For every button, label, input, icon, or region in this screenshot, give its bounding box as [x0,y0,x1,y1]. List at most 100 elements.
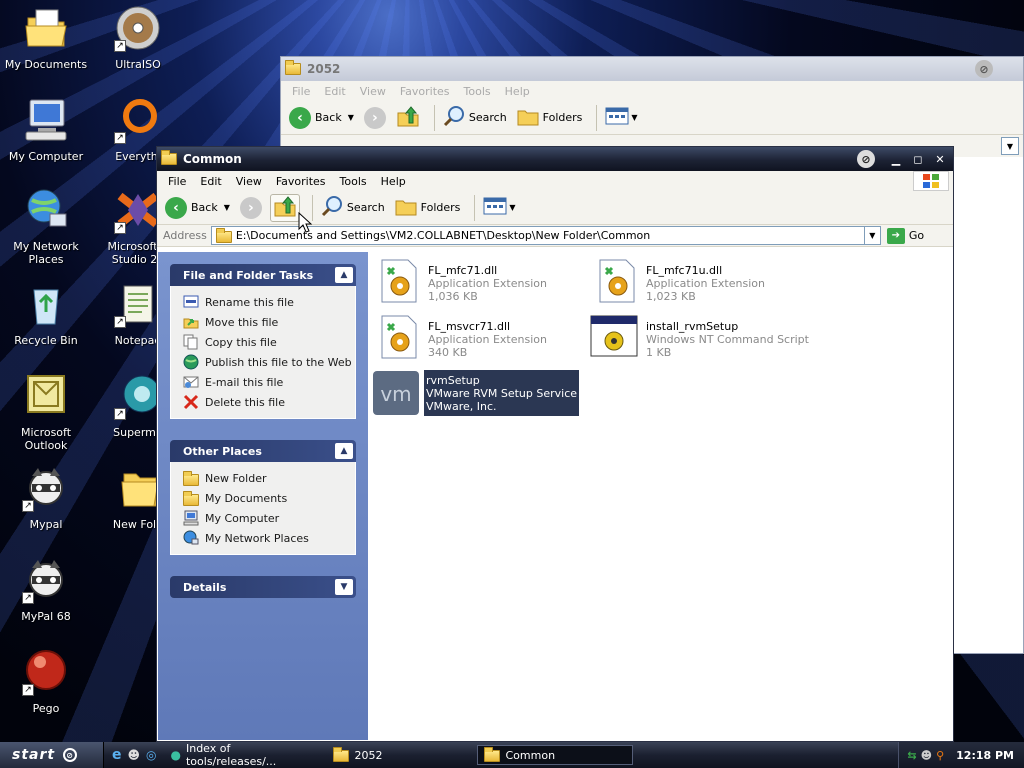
collapse-chevron-icon[interactable]: ▲ [335,267,353,283]
title-bar-common[interactable]: Common ⊘ ▁ ◻ ✕ [157,147,953,171]
menu-file[interactable]: File [161,175,193,188]
internet-explorer-icon[interactable]: e [112,747,122,763]
desktop-icon-my-documents[interactable]: My Documents [0,4,92,71]
address-dropdown-button[interactable]: ▼ [863,227,880,244]
computer-icon [183,510,199,526]
menu-favorites[interactable]: Favorites [269,175,333,188]
back-arrow-icon: ‹ [165,196,187,219]
task-copy-file[interactable]: Copy this file [183,332,355,352]
desktop-icon-recycle-bin[interactable]: Recycle Bin [0,280,92,347]
file-item[interactable]: FL_mfc71.dll Application Extension 1,036… [378,258,547,304]
forward-button[interactable]: › [238,194,264,222]
task-email-file[interactable]: E-mail this file [183,372,355,392]
network-tray-icon[interactable]: ⇆ [907,749,916,762]
go-button[interactable]: ➔ Go [886,227,924,244]
file-list[interactable]: FL_mfc71.dll Application Extension 1,036… [368,252,950,740]
taskbar-item-2052[interactable]: 2052 [327,745,477,765]
panel-header[interactable]: Details ▼ [170,576,356,598]
folder-icon [114,464,162,512]
browser-icon[interactable]: ◎ [146,748,156,762]
forward-button[interactable]: › [362,104,388,132]
panel-header[interactable]: Other Places ▲ [170,440,356,462]
desktop-icon-my-computer[interactable]: My Computer [0,96,92,163]
menu-help[interactable]: Help [498,85,537,98]
mouse-cursor-icon [298,211,313,237]
menu-help[interactable]: Help [374,175,413,188]
raccoon-tray-icon[interactable]: ☻ [921,749,932,762]
help-orb-icon[interactable]: ⊘ [975,60,993,78]
shortcut-arrow-icon: ↗ [114,408,126,420]
folders-button[interactable]: Folders [393,194,463,222]
back-button[interactable]: ‹ Back ▼ [287,104,356,132]
up-folder-button[interactable] [394,104,422,132]
raccoon-icon[interactable]: ☻ [128,748,141,762]
search-button[interactable]: Search [441,104,509,132]
desktop-icon-mypal-68[interactable]: ↗ MyPal 68 [0,556,92,623]
command-script-icon [590,314,640,360]
menu-edit[interactable]: Edit [193,175,228,188]
help-orb-icon[interactable]: ⊘ [857,150,875,168]
file-folder-tasks-panel: File and Folder Tasks ▲ Rename this file… [170,264,356,419]
close-button[interactable]: ✕ [931,150,949,168]
views-button[interactable]: ▼ [481,194,517,222]
folders-icon [395,196,417,219]
place-new-folder[interactable]: New Folder [183,468,355,488]
minimize-button[interactable]: ▁ [887,150,905,168]
menu-edit[interactable]: Edit [317,85,352,98]
menu-tools[interactable]: Tools [457,85,498,98]
file-item[interactable]: FL_msvcr71.dll Application Extension 340… [378,314,547,360]
task-pane: File and Folder Tasks ▲ Rename this file… [158,252,368,740]
desktop-icon-microsoft-outlook[interactable]: Microsoft Outlook [0,372,92,452]
panel-header[interactable]: File and Folder Tasks ▲ [170,264,356,286]
views-button[interactable]: ▼ [603,104,639,132]
menu-view[interactable]: View [229,175,269,188]
file-item[interactable]: install_rvmSetup Windows NT Command Scri… [590,314,809,360]
taskbar-item-common[interactable]: Common [476,745,633,765]
visual-studio-icon: ↗ [114,186,162,234]
desktop-icon-ultraiso[interactable]: ↗ UltraISO [92,4,184,71]
window-title: 2052 [307,62,341,76]
expand-chevron-icon[interactable]: ▼ [335,579,353,595]
clock[interactable]: 12:18 PM [956,749,1014,762]
maximize-button[interactable]: ◻ [909,150,927,168]
dll-file-icon [378,314,422,360]
desktop-icon-my-network-places[interactable]: My Network Places [0,186,92,266]
task-delete-file[interactable]: Delete this file [183,392,355,412]
raccoon-icon: ↗ [22,556,70,604]
address-dropdown-button[interactable]: ▼ [1001,137,1019,155]
collapse-chevron-icon[interactable]: ▲ [335,443,353,459]
menu-file[interactable]: File [285,85,317,98]
task-rename-file[interactable]: Rename this file [183,292,355,312]
place-my-documents[interactable]: My Documents [183,488,355,508]
menu-view[interactable]: View [353,85,393,98]
title-bar-2052[interactable]: 2052 ⊘ [281,57,1023,81]
place-my-network-places[interactable]: My Network Places [183,528,355,548]
taskbar-item-index[interactable]: ● Index of tools/releases/... [165,742,327,768]
task-move-file[interactable]: Move this file [183,312,355,332]
menu-favorites[interactable]: Favorites [393,85,457,98]
shortcut-arrow-icon: ↗ [22,592,34,604]
task-publish-web[interactable]: Publish this file to the Web [183,352,355,372]
raccoon-icon: ↗ [22,464,70,512]
dll-file-icon [596,258,640,304]
details-panel: Details ▼ [170,576,356,598]
file-item[interactable]: FL_mfc71u.dll Application Extension 1,02… [596,258,765,304]
start-button[interactable]: start ⊘ [0,742,104,768]
toolbar-separator [596,104,598,131]
dropdown-arrow-icon: ▼ [347,113,354,122]
file-item-selected[interactable]: vm rvmSetup VMware RVM Setup Service VMw… [372,370,580,416]
desktop-icon-mypal[interactable]: ↗ Mypal [0,464,92,531]
network-icon [183,530,199,546]
up-folder-button[interactable] [269,193,300,222]
globe-icon [183,354,199,370]
folders-button[interactable]: Folders [515,104,585,132]
back-button[interactable]: ‹ Back ▼ [163,194,232,222]
menu-tools[interactable]: Tools [333,175,374,188]
email-icon [183,374,199,390]
rename-icon [183,294,199,310]
place-my-computer[interactable]: My Computer [183,508,355,528]
desktop-icon-pego[interactable]: ↗ Pego [0,648,92,715]
search-tray-icon[interactable]: ⚲ [936,749,944,762]
red-ball-icon: ↗ [22,648,70,696]
search-button[interactable]: Search [319,194,387,222]
